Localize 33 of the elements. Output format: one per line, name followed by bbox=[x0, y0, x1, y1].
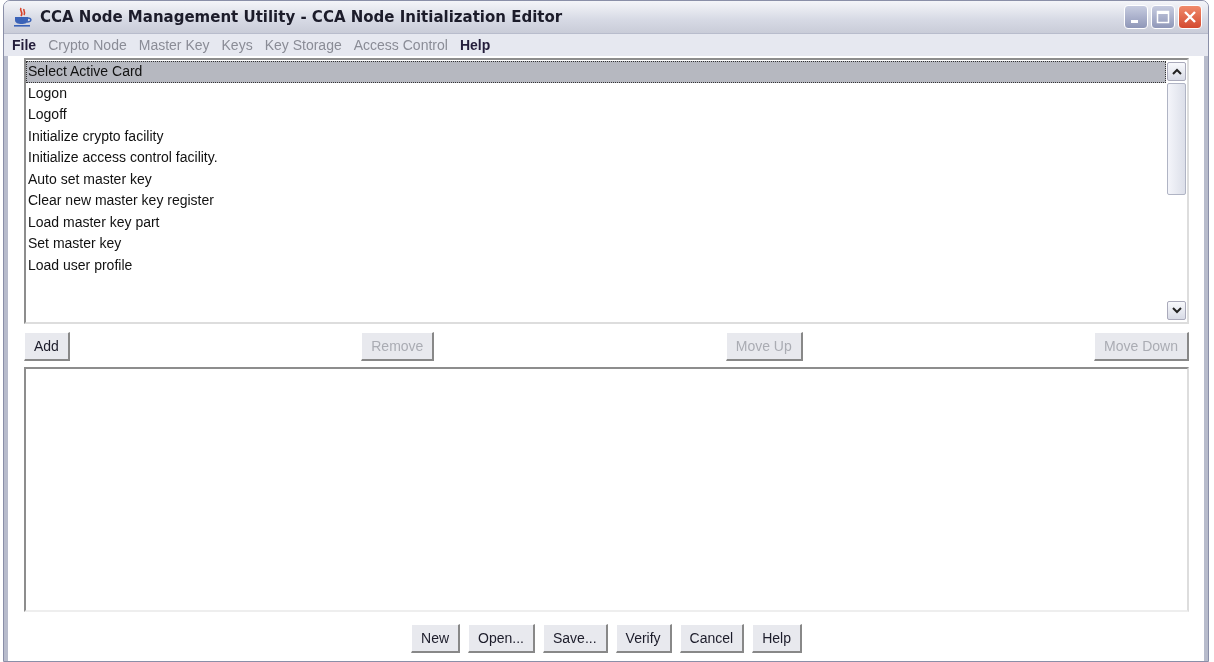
list-item[interactable]: Load user profile bbox=[26, 254, 1166, 276]
caret-down-icon bbox=[1171, 307, 1182, 314]
list-item[interactable]: Select Active Card bbox=[26, 61, 1166, 83]
maximize-icon bbox=[1156, 10, 1170, 24]
window-title: CCA Node Management Utility - CCA Node Initialization Editor bbox=[40, 8, 564, 26]
list-item[interactable]: Auto set master key bbox=[26, 168, 1166, 190]
dialog-button[interactable]: Cancel bbox=[679, 624, 745, 653]
coffee-cup-icon bbox=[12, 7, 34, 27]
list-item[interactable]: Initialize crypto facility bbox=[26, 125, 1166, 147]
dialog-button[interactable]: Verify bbox=[615, 624, 672, 653]
vertical-scrollbar[interactable] bbox=[1166, 60, 1187, 322]
dialog-button[interactable]: New bbox=[411, 624, 461, 653]
scroll-up-button[interactable] bbox=[1167, 62, 1186, 81]
list-item[interactable]: Initialize access control facility. bbox=[26, 147, 1166, 169]
minimize-button[interactable] bbox=[1124, 5, 1148, 29]
dialog-button[interactable]: Help bbox=[752, 624, 802, 653]
minimize-icon bbox=[1130, 19, 1138, 23]
list-item[interactable]: Logoff bbox=[26, 104, 1166, 126]
list-item[interactable]: Load master key part bbox=[26, 211, 1166, 233]
dialog-button[interactable]: Save... bbox=[542, 624, 608, 653]
list-action-button[interactable]: Add bbox=[24, 332, 70, 361]
scroll-down-button[interactable] bbox=[1167, 301, 1186, 320]
list-item[interactable]: Set master key bbox=[26, 233, 1166, 255]
close-icon bbox=[1183, 10, 1197, 24]
list-item[interactable]: Logon bbox=[26, 82, 1166, 104]
caret-up-icon bbox=[1171, 68, 1182, 75]
menu-item[interactable]: Help bbox=[459, 37, 491, 53]
close-button[interactable] bbox=[1178, 5, 1202, 29]
dialog-button[interactable]: Open... bbox=[468, 624, 535, 653]
menu-item[interactable]: File bbox=[12, 37, 37, 53]
list-item[interactable]: Clear new master key register bbox=[26, 190, 1166, 212]
scrollbar-thumb[interactable] bbox=[1167, 83, 1186, 195]
maximize-button[interactable] bbox=[1151, 5, 1175, 29]
